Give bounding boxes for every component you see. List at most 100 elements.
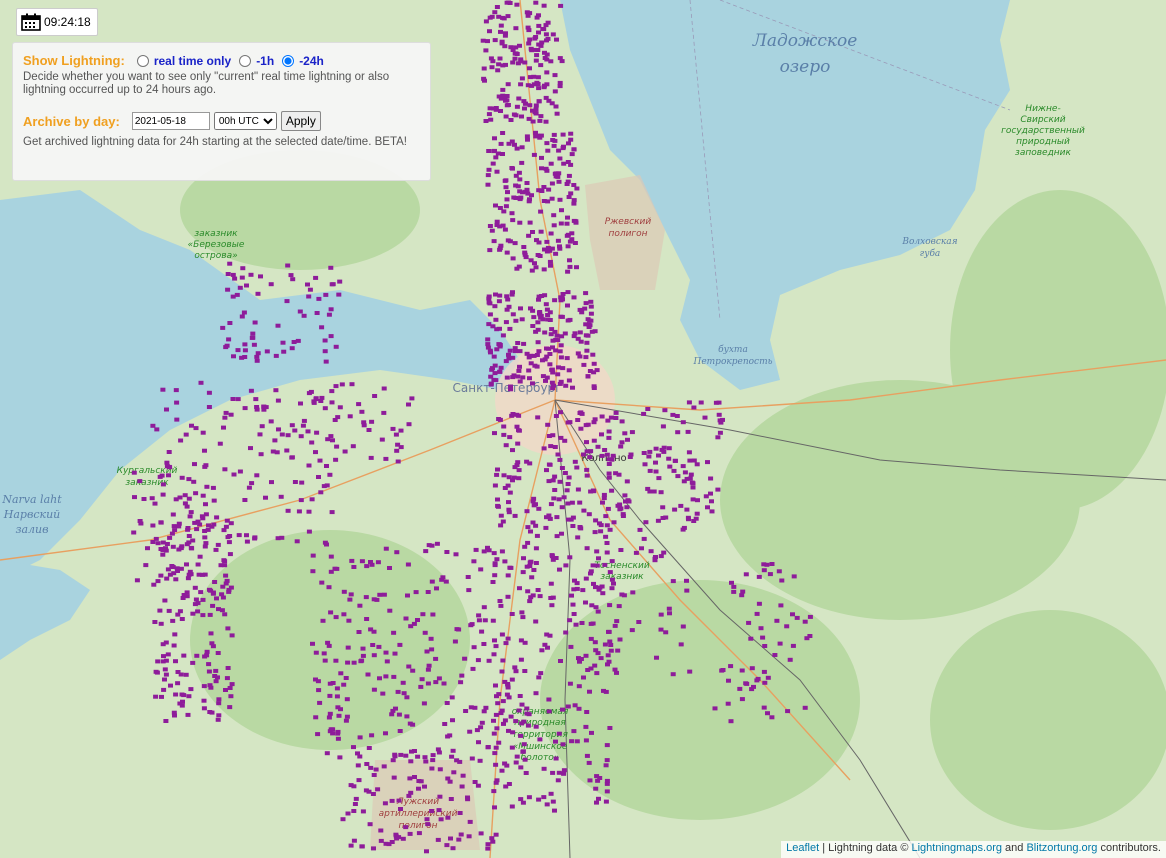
lightning-strike-marker xyxy=(507,490,513,495)
lightning-strike-marker xyxy=(222,563,228,568)
lightning-strike-marker xyxy=(563,563,569,568)
lightning-strike-marker xyxy=(553,337,559,342)
lightning-strike-marker xyxy=(429,647,435,652)
lightning-strike-marker xyxy=(359,409,365,414)
lightning-strike-marker xyxy=(487,224,493,228)
apply-button[interactable]: Apply xyxy=(280,111,321,131)
lightning-strike-marker xyxy=(607,726,613,730)
lightning-strike-marker xyxy=(328,265,334,270)
lightning-strike-marker xyxy=(173,497,179,502)
lightning-strike-marker xyxy=(594,800,599,805)
lightning-strike-marker xyxy=(557,457,563,462)
leaflet-link[interactable]: Leaflet xyxy=(786,842,819,854)
lightning-strike-marker xyxy=(172,632,178,637)
lightning-strike-marker xyxy=(479,720,485,725)
lightning-strike-marker xyxy=(662,408,668,413)
lightning-strike-marker xyxy=(430,753,436,758)
lightning-strike-marker xyxy=(330,681,336,685)
lightning-strike-marker xyxy=(504,763,510,768)
radio-realtime-label[interactable]: real time only xyxy=(154,54,231,68)
lightning-strike-marker xyxy=(418,684,424,689)
radio-24h-label[interactable]: -24h xyxy=(299,54,324,68)
lightning-strike-marker xyxy=(164,460,170,465)
lightning-strike-marker xyxy=(772,653,778,657)
lightning-strike-marker xyxy=(538,229,544,234)
lightning-strike-marker xyxy=(326,585,332,590)
lightning-strike-marker xyxy=(533,724,539,729)
lightning-strike-marker xyxy=(326,715,332,720)
lightning-strike-marker xyxy=(743,681,749,686)
lightning-strike-marker xyxy=(686,400,692,405)
lightning-strike-marker xyxy=(526,41,532,46)
label-narva-2: Нарвский xyxy=(3,508,61,521)
radio-1h[interactable] xyxy=(239,54,252,67)
lightning-strike-marker xyxy=(395,442,401,447)
lightning-strike-marker xyxy=(343,676,349,680)
lightning-strike-marker xyxy=(341,589,347,594)
lightning-strike-marker xyxy=(541,3,547,8)
lightning-strike-marker xyxy=(444,843,450,848)
lightning-strike-marker xyxy=(541,27,547,32)
lightning-strike-marker xyxy=(242,348,248,353)
lightning-strike-marker xyxy=(602,562,608,567)
lightning-strike-marker xyxy=(236,533,242,538)
lightning-strike-marker xyxy=(391,775,397,780)
lightning-strike-marker xyxy=(426,543,432,548)
attrib-sep: | Lightning data © xyxy=(819,842,912,854)
lightning-strike-marker xyxy=(539,648,545,653)
lightning-strike-marker xyxy=(348,843,354,848)
lightning-strike-marker xyxy=(366,789,372,794)
archive-date-input[interactable] xyxy=(131,112,210,130)
lightning-strike-marker xyxy=(405,562,411,567)
lightning-strike-marker xyxy=(321,651,327,656)
lightning-strike-marker xyxy=(728,664,734,669)
lightning-strike-marker xyxy=(186,534,192,538)
lightning-strike-marker xyxy=(594,671,600,676)
lightning-strike-marker xyxy=(499,632,505,637)
lightningmaps-link[interactable]: Lightningmaps.org xyxy=(911,842,1002,854)
lightning-strike-marker xyxy=(525,13,531,18)
lightning-strike-marker xyxy=(453,552,459,557)
lightning-strike-marker xyxy=(505,636,511,641)
lightning-strike-marker xyxy=(231,472,237,477)
lightning-strike-marker xyxy=(492,136,497,141)
radio-24h[interactable] xyxy=(282,54,295,67)
lightning-strike-marker xyxy=(716,412,722,417)
lightning-strike-marker xyxy=(709,499,714,504)
lightning-strike-marker xyxy=(517,586,522,591)
lightning-strike-marker xyxy=(493,317,499,322)
lightning-strike-marker xyxy=(604,778,610,783)
lightning-strike-marker xyxy=(508,714,514,719)
archive-clock[interactable]: 09:24:18 xyxy=(16,8,98,36)
archive-time-select[interactable]: 00h UTC xyxy=(213,112,277,130)
lightning-strike-marker xyxy=(169,531,175,536)
lightning-strike-marker xyxy=(276,427,281,432)
lightning-strike-marker xyxy=(235,397,241,402)
radio-1h-label[interactable]: -1h xyxy=(256,54,274,68)
blitzortung-link[interactable]: Blitzortung.org xyxy=(1026,842,1097,854)
lightning-strike-marker xyxy=(702,415,708,420)
lightning-strike-marker xyxy=(591,489,597,494)
lightning-strike-marker xyxy=(154,427,160,432)
lightning-strike-marker xyxy=(626,499,632,504)
lightning-strike-marker xyxy=(179,703,185,708)
lightning-strike-marker xyxy=(542,357,548,362)
lightning-strike-marker xyxy=(492,431,497,436)
show-lightning-description: Decide whether you want to see only "cur… xyxy=(23,71,390,96)
label-volkhov-1: Волховская xyxy=(901,237,957,247)
lightning-strike-marker xyxy=(334,694,340,699)
lightning-strike-marker xyxy=(164,576,170,581)
lightning-strike-marker xyxy=(178,566,184,571)
lightning-strike-marker xyxy=(201,684,207,689)
lightning-strike-marker xyxy=(531,568,537,572)
radio-realtime[interactable] xyxy=(136,54,149,67)
lightning-strike-marker xyxy=(301,313,307,318)
lightning-strike-marker xyxy=(687,458,693,463)
lightning-strike-marker xyxy=(436,676,442,681)
lightning-strike-marker xyxy=(207,612,213,617)
lightning-strike-marker xyxy=(684,578,689,583)
lightning-strike-marker xyxy=(619,440,625,445)
lightning-strike-marker xyxy=(606,462,612,466)
lightning-strike-marker xyxy=(541,795,547,800)
lightning-strike-marker xyxy=(761,562,767,567)
